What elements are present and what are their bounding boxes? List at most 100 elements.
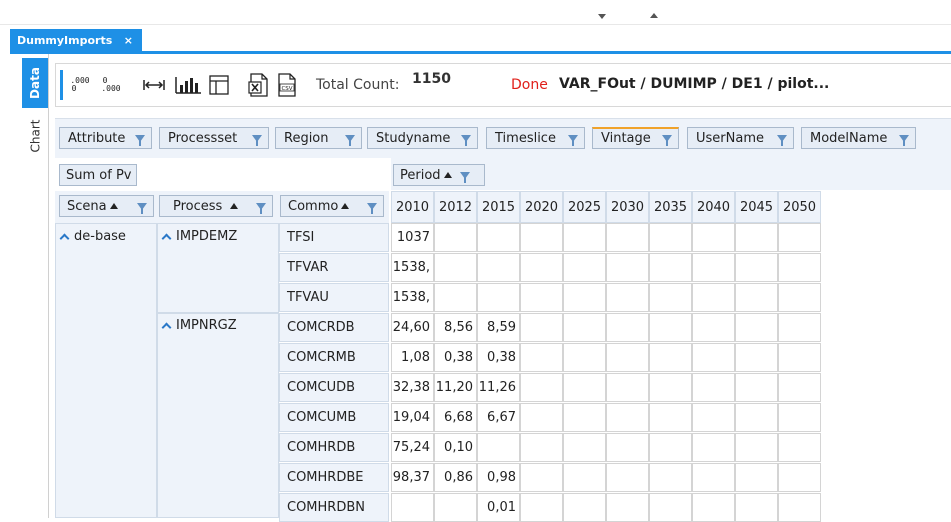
filter-timeslice[interactable]: Timeslice — [486, 127, 585, 149]
value-cell[interactable] — [692, 433, 735, 462]
commodity-comcrdb[interactable]: COMCRDB — [279, 313, 389, 342]
value-cell[interactable] — [477, 223, 520, 252]
filter-icon[interactable] — [568, 134, 578, 146]
commodity-comcumb[interactable]: COMCUMB — [279, 403, 389, 432]
value-cell[interactable] — [778, 313, 821, 342]
value-cell[interactable] — [563, 343, 606, 372]
value-cell[interactable] — [520, 313, 563, 342]
value-cell[interactable] — [778, 223, 821, 252]
value-cell[interactable] — [520, 373, 563, 402]
filter-icon[interactable] — [899, 134, 909, 146]
filter-modelname[interactable]: ModelName — [801, 127, 916, 149]
year-header-2020[interactable]: 2020 — [520, 191, 563, 223]
filter-icon[interactable] — [367, 202, 377, 214]
commodity-comhrdbe[interactable]: COMHRDBE — [279, 463, 389, 492]
value-cell[interactable]: 6,67 — [477, 403, 520, 432]
filter-icon[interactable] — [345, 134, 355, 146]
process-field-button[interactable]: Process — [159, 195, 273, 217]
value-cell[interactable] — [692, 343, 735, 372]
triangle-up-icon[interactable] — [650, 13, 658, 18]
year-header-2012[interactable]: 2012 — [434, 191, 477, 223]
filter-icon[interactable] — [137, 202, 147, 214]
collapse-icon[interactable] — [161, 233, 172, 244]
value-cell[interactable] — [520, 433, 563, 462]
value-cell[interactable] — [477, 433, 520, 462]
value-cell[interactable] — [563, 313, 606, 342]
value-cell[interactable] — [520, 253, 563, 282]
value-cell[interactable] — [692, 463, 735, 492]
process-impdemz[interactable]: IMPDEMZ — [161, 229, 237, 244]
value-cell[interactable] — [520, 283, 563, 312]
fit-width-icon[interactable] — [142, 73, 166, 97]
value-cell[interactable] — [649, 463, 692, 492]
value-cell[interactable]: 98,37 — [391, 463, 434, 492]
value-cell[interactable] — [735, 403, 778, 432]
value-cell[interactable] — [434, 283, 477, 312]
tab-chart[interactable]: Chart — [22, 112, 48, 160]
value-cell[interactable] — [563, 463, 606, 492]
value-cell[interactable]: 1037 — [391, 223, 434, 252]
value-cell[interactable] — [778, 253, 821, 282]
value-cell[interactable]: 0,86 — [434, 463, 477, 492]
value-cell[interactable]: 1,08 — [391, 343, 434, 372]
value-cell[interactable] — [692, 253, 735, 282]
value-cell[interactable] — [692, 313, 735, 342]
value-cell[interactable] — [606, 373, 649, 402]
year-header-2025[interactable]: 2025 — [563, 191, 606, 223]
year-header-2045[interactable]: 2045 — [735, 191, 778, 223]
value-cell[interactable] — [735, 433, 778, 462]
value-cell[interactable] — [563, 283, 606, 312]
value-cell[interactable] — [735, 373, 778, 402]
value-cell[interactable] — [649, 403, 692, 432]
year-header-2050[interactable]: 2050 — [778, 191, 821, 223]
process-impnrgz[interactable]: IMPNRGZ — [161, 318, 237, 333]
value-cell[interactable] — [649, 433, 692, 462]
value-cell[interactable] — [735, 463, 778, 492]
value-cell[interactable]: 8,56 — [434, 313, 477, 342]
value-cell[interactable] — [778, 343, 821, 372]
value-cell[interactable] — [563, 403, 606, 432]
layout-table-icon[interactable] — [207, 73, 231, 97]
value-cell[interactable] — [778, 403, 821, 432]
filter-icon[interactable] — [461, 134, 471, 146]
filter-icon[interactable] — [256, 202, 266, 214]
period-field-button[interactable]: Period — [393, 164, 485, 186]
value-cell[interactable] — [606, 343, 649, 372]
value-cell[interactable] — [606, 313, 649, 342]
value-cell[interactable]: 75,24 — [391, 433, 434, 462]
value-cell[interactable] — [563, 253, 606, 282]
value-cell[interactable] — [606, 463, 649, 492]
document-tab-dummyimports[interactable]: DummyImports × — [10, 29, 142, 51]
value-cell[interactable]: 0,38 — [434, 343, 477, 372]
value-cell[interactable] — [692, 223, 735, 252]
year-header-2010[interactable]: 2010 — [391, 191, 434, 223]
year-header-2035[interactable]: 2035 — [649, 191, 692, 223]
value-cell[interactable] — [520, 343, 563, 372]
value-cell[interactable]: 1538, — [391, 253, 434, 282]
collapse-icon[interactable] — [161, 322, 172, 333]
filter-icon[interactable] — [662, 135, 672, 146]
filter-icon[interactable] — [135, 134, 145, 146]
value-cell[interactable] — [735, 313, 778, 342]
filter-icon[interactable] — [777, 134, 787, 146]
filter-studyname[interactable]: Studyname — [367, 127, 478, 149]
value-cell[interactable] — [649, 313, 692, 342]
commodity-tfvar[interactable]: TFVAR — [279, 253, 389, 282]
value-cell[interactable] — [735, 343, 778, 372]
collapse-icon[interactable] — [59, 233, 70, 244]
commodity-field-button[interactable]: Commo — [280, 195, 384, 217]
commodity-tfvau[interactable]: TFVAU — [279, 283, 389, 312]
decrease-decimals-icon[interactable]: 0 .000 — [98, 73, 124, 97]
filter-vintage[interactable]: Vintage — [592, 127, 679, 149]
tab-data[interactable]: Data — [22, 58, 48, 108]
value-cell[interactable] — [477, 253, 520, 282]
value-cell[interactable] — [434, 223, 477, 252]
value-cell[interactable] — [692, 373, 735, 402]
filter-processset[interactable]: Processset — [159, 127, 269, 149]
value-cell[interactable]: 0,10 — [434, 433, 477, 462]
value-cell[interactable] — [520, 463, 563, 492]
value-cell[interactable]: 6,68 — [434, 403, 477, 432]
value-cell[interactable] — [692, 283, 735, 312]
value-cell[interactable] — [778, 463, 821, 492]
value-cell[interactable] — [606, 433, 649, 462]
